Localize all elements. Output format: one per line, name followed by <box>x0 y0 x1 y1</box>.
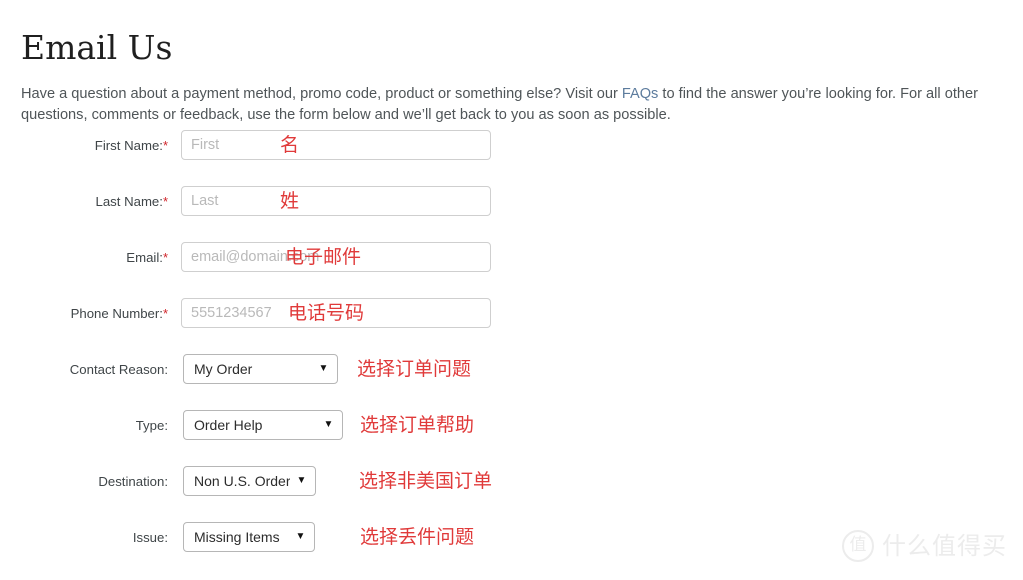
field-label: Last Name:* <box>0 194 169 210</box>
form-row: Contact Reason: My Order ▼ 选择订单问题 <box>0 354 1023 410</box>
form-row: Last Name:*姓 <box>0 186 1023 242</box>
faqs-link[interactable]: FAQs <box>622 86 659 102</box>
form-row: Issue: Missing Items ▼ 选择丢件问题 <box>0 522 1023 578</box>
required-asterisk: * <box>162 138 168 153</box>
form-row: Destination: Non U.S. Order ▼ 选择非美国订单 <box>0 466 1023 522</box>
chevron-down-icon: ▼ <box>323 419 334 430</box>
chevron-down-icon: ▼ <box>318 363 329 374</box>
select-issue[interactable]: Missing Items ▼ <box>183 522 315 552</box>
translation-annotation: 选择非美国订单 <box>359 470 493 492</box>
form-row: First Name:*名 <box>0 130 1023 186</box>
required-asterisk: * <box>162 306 168 321</box>
select-contact-reason[interactable]: My Order ▼ <box>183 354 338 384</box>
field-label-text: Destination: <box>98 474 168 489</box>
chevron-down-icon: ▼ <box>296 475 307 486</box>
input-first-name[interactable] <box>181 130 491 160</box>
chevron-down-icon: ▼ <box>295 531 306 542</box>
select-selected-value: Missing Items <box>194 529 280 545</box>
field-label: Issue: <box>0 530 168 546</box>
intro-text-before-link: Have a question about a payment method, … <box>21 85 622 102</box>
contact-form: First Name:*名Last Name:*姓Email:*电子邮件Phon… <box>0 130 1023 578</box>
field-label-text: Phone Number: <box>70 306 163 321</box>
page-title: Email Us <box>21 28 173 68</box>
field-label: Type: <box>0 418 168 434</box>
field-label: Email:* <box>0 250 168 266</box>
field-label-text: First Name: <box>94 138 163 153</box>
email-us-page: Email Us Have a question about a payment… <box>0 0 1023 580</box>
select-selected-value: Non U.S. Order <box>194 473 290 489</box>
field-label-text: Email: <box>126 250 163 265</box>
input-last-name[interactable] <box>181 186 491 216</box>
field-label: Phone Number:* <box>0 306 168 322</box>
field-label: Destination: <box>0 474 168 490</box>
form-row: Phone Number:*电话号码 <box>0 298 1023 354</box>
translation-annotation: 选择订单帮助 <box>360 414 475 436</box>
required-asterisk: * <box>162 250 168 265</box>
field-label-text: Issue: <box>132 530 168 545</box>
intro-paragraph: Have a question about a payment method, … <box>21 84 996 126</box>
input-phone-number[interactable] <box>181 298 491 328</box>
input-email[interactable] <box>181 242 491 272</box>
form-row: Type: Order Help ▼ 选择订单帮助 <box>0 410 1023 466</box>
select-destination[interactable]: Non U.S. Order ▼ <box>183 466 316 496</box>
field-label: Contact Reason: <box>0 362 168 378</box>
select-selected-value: My Order <box>194 361 253 377</box>
translation-annotation: 选择订单问题 <box>357 358 472 380</box>
field-label-text: Contact Reason: <box>69 362 168 377</box>
select-selected-value: Order Help <box>194 417 263 433</box>
select-type[interactable]: Order Help ▼ <box>183 410 343 440</box>
field-label-text: Last Name: <box>95 194 163 209</box>
form-row: Email:*电子邮件 <box>0 242 1023 298</box>
field-label-text: Type: <box>135 418 168 433</box>
field-label: First Name:* <box>0 138 168 154</box>
required-asterisk: * <box>162 194 168 209</box>
translation-annotation: 选择丢件问题 <box>360 526 475 548</box>
